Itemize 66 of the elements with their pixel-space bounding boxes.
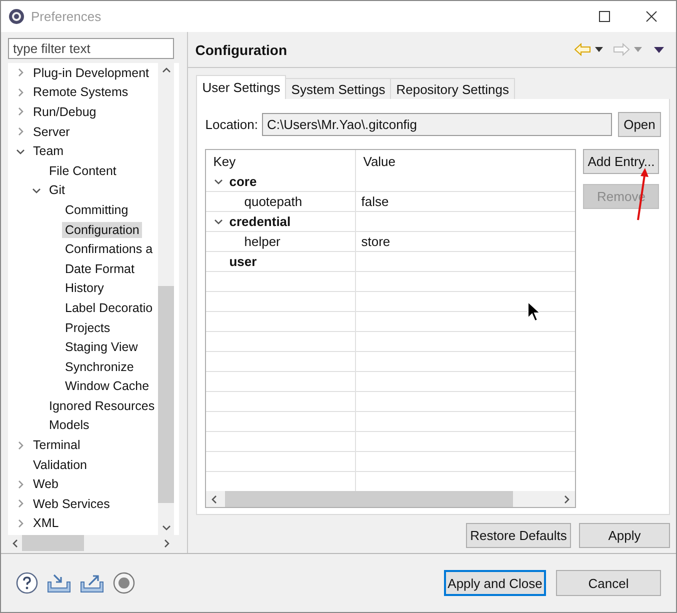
- tree-item[interactable]: Ignored Resources: [46, 398, 158, 414]
- record-icon[interactable]: [113, 572, 135, 594]
- tree-item[interactable]: Window Cache: [62, 378, 152, 394]
- section-key: credential: [229, 214, 291, 229]
- tree-item[interactable]: File Content: [46, 162, 120, 179]
- scroll-left-icon[interactable]: [211, 494, 218, 504]
- maximize-icon[interactable]: [599, 11, 610, 22]
- column-header[interactable]: Value: [356, 150, 576, 172]
- entry-value: false: [361, 194, 389, 209]
- chevron-icon[interactable]: [214, 177, 224, 186]
- open-button[interactable]: Open: [618, 112, 661, 136]
- tree-item[interactable]: Web Services: [30, 496, 113, 512]
- section-key: core: [229, 174, 257, 189]
- tree-item[interactable]: Plug-in Development: [30, 64, 152, 81]
- location-field[interactable]: C:\Users\Mr.Yao\.gitconfig: [262, 112, 612, 136]
- close-icon[interactable]: [646, 11, 657, 22]
- tree-item[interactable]: Team: [30, 143, 67, 160]
- chevron-icon[interactable]: [16, 146, 25, 156]
- scroll-right-icon[interactable]: [564, 494, 570, 504]
- cancel-button[interactable]: Cancel: [556, 570, 661, 596]
- tree-item[interactable]: Label Decoratio: [62, 300, 156, 316]
- apply-button[interactable]: Apply: [579, 523, 670, 548]
- scroll-right-icon[interactable]: [164, 538, 170, 548]
- tree-item[interactable]: Staging View: [62, 339, 141, 356]
- tree-item[interactable]: Run/Debug: [30, 104, 100, 120]
- filter-field[interactable]: type filter text: [8, 38, 174, 59]
- tree-item[interactable]: Confirmations a: [62, 241, 156, 258]
- tree-item[interactable]: History: [62, 280, 107, 296]
- chevron-icon[interactable]: [214, 217, 224, 226]
- tree-item[interactable]: Web: [30, 476, 62, 492]
- tree-item[interactable]: Server: [30, 124, 73, 140]
- tree-item[interactable]: Date Format: [62, 260, 138, 277]
- tree-item[interactable]: XML: [30, 515, 62, 532]
- scroll-up-icon[interactable]: [162, 67, 170, 73]
- entry-key: quotepath: [214, 194, 302, 209]
- apply-and-close-button[interactable]: Apply and Close: [444, 570, 546, 596]
- tree-item[interactable]: Git: [46, 182, 68, 198]
- entry-key: helper: [214, 234, 280, 249]
- tree-item[interactable]: Models: [46, 417, 92, 434]
- section-key: user: [229, 254, 257, 269]
- tab[interactable]: System Settings: [285, 78, 392, 99]
- location-label: Location:: [205, 116, 258, 132]
- tree-item[interactable]: Configuration: [62, 222, 142, 238]
- page-title: Configuration: [195, 42, 287, 58]
- tab[interactable]: Repository Settings: [390, 78, 515, 99]
- caret-icon[interactable]: [595, 47, 603, 52]
- window-title: Preferences: [31, 9, 102, 24]
- scroll-left-icon[interactable]: [12, 538, 18, 548]
- help-icon[interactable]: [16, 572, 38, 594]
- tree-item[interactable]: Remote Systems: [30, 84, 132, 100]
- entry-value: store: [361, 234, 390, 249]
- tree-item[interactable]: Committing: [62, 202, 132, 218]
- export-icon[interactable]: [80, 573, 104, 593]
- restore-defaults-button[interactable]: Restore Defaults: [466, 523, 571, 548]
- tree-item[interactable]: Synchronize: [62, 358, 137, 375]
- scroll-down-icon[interactable]: [162, 525, 170, 531]
- horizontal-scrollbar[interactable]: [206, 491, 576, 507]
- tree-item[interactable]: Projects: [62, 320, 114, 336]
- menu-caret-icon[interactable]: [654, 46, 664, 52]
- tree-item[interactable]: Terminal: [30, 437, 84, 454]
- tab[interactable]: User Settings: [196, 75, 286, 99]
- chevron-icon[interactable]: [32, 186, 41, 195]
- tree-item[interactable]: Validation: [30, 456, 90, 473]
- column-header[interactable]: Key: [206, 150, 356, 172]
- add-entry-button[interactable]: Add Entry...: [583, 149, 660, 174]
- import-icon[interactable]: [47, 573, 71, 593]
